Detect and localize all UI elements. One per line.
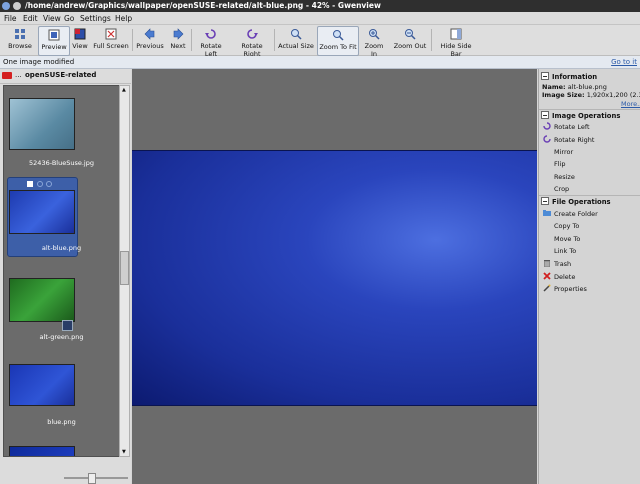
rotate-left-action[interactable]: Rotate Left (543, 122, 590, 131)
slider-handle[interactable] (88, 473, 96, 484)
folder-bar: ... openSUSE-related (0, 69, 131, 84)
rotate-left-icon[interactable] (37, 181, 43, 187)
thumbnail-image[interactable] (9, 364, 75, 406)
thumbnail-caption: alt-green.png (39, 333, 84, 341)
notification-message: One image modified (3, 58, 75, 66)
previous-button[interactable]: Previous (136, 26, 164, 54)
move-to-action[interactable]: Move To (554, 235, 580, 243)
rotate-right-icon (247, 29, 258, 39)
rotate-left-button[interactable]: Rotate Left (194, 26, 228, 58)
actual-size-button[interactable]: Actual Size (278, 26, 314, 54)
trash-action[interactable]: Trash (543, 259, 571, 268)
side-bar: Information Name: alt-blue.png Image Siz… (538, 69, 640, 484)
create-folder-action[interactable]: Create Folder (543, 209, 598, 218)
scroll-down-icon[interactable]: ▼ (122, 449, 126, 455)
thumbnail-caption: alt-blue.png (41, 244, 82, 252)
hide-side-bar-button[interactable]: Hide Side Bar (434, 26, 478, 58)
full-screen-button[interactable]: Full Screen (93, 26, 129, 54)
zoom-in-button[interactable]: Zoom In (361, 26, 387, 58)
scrollbar-thumb[interactable] (120, 251, 129, 285)
zoom-icon (291, 29, 302, 40)
zoom-out-button[interactable]: Zoom Out (393, 26, 427, 54)
go-to-link[interactable]: Go to it (611, 58, 637, 66)
menu-file[interactable]: File (4, 14, 17, 23)
image-operations-heading[interactable]: Image Operations (541, 111, 620, 120)
thumbnail-list[interactable]: 52436-BlueSuse.jpg alt-blue.png alt-gree… (3, 85, 120, 457)
menu-view[interactable]: View (43, 14, 61, 23)
image-preview[interactable] (132, 150, 537, 406)
rotate-left-icon (205, 29, 216, 39)
resize-action[interactable]: Resize (554, 173, 575, 181)
info-size: Image Size: 1,920x1,200 (2.3MP) (542, 91, 640, 99)
scroll-up-icon[interactable]: ▲ (122, 87, 126, 93)
toolbar-separator (274, 29, 275, 51)
zoom-to-fit-button[interactable]: Zoom To Fit (317, 26, 359, 56)
thumbnail-caption: blue.png (47, 418, 76, 426)
title-bar: /home/andrew/Graphics/wallpaper/openSUSE… (0, 0, 640, 12)
delete-action[interactable]: Delete (543, 272, 575, 281)
properties-icon (543, 284, 551, 292)
sidebar-icon (450, 28, 462, 40)
toolbar-separator (431, 29, 432, 51)
mirror-action[interactable]: Mirror (554, 148, 573, 156)
crop-action[interactable]: Crop (554, 185, 569, 193)
fullscreen-icon (105, 28, 117, 40)
more-info-link[interactable]: More... (621, 100, 640, 108)
window-title: /home/andrew/Graphics/wallpaper/openSUSE… (25, 1, 381, 10)
rotate-right-action[interactable]: Rotate Right (543, 135, 594, 144)
copy-to-action[interactable]: Copy To (554, 222, 579, 230)
menu-help[interactable]: Help (115, 14, 132, 23)
link-to-action[interactable]: Link To (554, 247, 576, 255)
grid-icon (15, 29, 25, 39)
menu-edit[interactable]: Edit (23, 14, 38, 23)
menu-go[interactable]: Go (64, 14, 74, 23)
thumbnail-image[interactable] (9, 278, 75, 322)
trash-icon (544, 260, 550, 267)
information-heading[interactable]: Information (541, 72, 597, 81)
section-divider (539, 195, 640, 196)
view-button[interactable]: View (70, 26, 90, 54)
thumbnail-image[interactable] (9, 190, 75, 234)
rotate-right-icon (543, 135, 551, 143)
preview-icon (48, 29, 60, 41)
browse-button[interactable]: Browse (4, 26, 36, 54)
arrow-right-icon (173, 28, 184, 40)
notification-bar: One image modified Go to it (0, 56, 640, 69)
view-icon (74, 28, 86, 40)
folder-icon (2, 72, 12, 79)
menu-settings[interactable]: Settings (80, 14, 111, 23)
zoom-fit-icon (333, 30, 344, 41)
preview-button[interactable]: Preview (38, 26, 70, 56)
thumbnail-image[interactable] (9, 446, 75, 456)
info-name: Name: alt-blue.png (542, 83, 607, 91)
delete-icon (543, 272, 551, 280)
toolbar: Browse Preview View Full Screen Previous… (0, 25, 640, 58)
folder-new-icon (543, 210, 551, 216)
rotate-right-icon[interactable] (46, 181, 52, 187)
next-button[interactable]: Next (168, 26, 188, 54)
toolbar-separator (191, 29, 192, 51)
thumbnail-scrollbar[interactable]: ▲ ▼ (119, 85, 130, 457)
app-icon[interactable] (2, 2, 10, 10)
section-divider (539, 109, 640, 110)
folder-name: openSUSE-related (25, 71, 97, 79)
folder-up[interactable]: ... (15, 71, 22, 79)
save-icon[interactable] (62, 320, 73, 331)
toolbar-separator (132, 29, 133, 51)
rotate-right-button[interactable]: Rotate Right (233, 26, 271, 58)
zoom-out-icon (405, 29, 416, 40)
menu-bar: File Edit View Go Settings Help (0, 12, 640, 25)
thumbnail-size-slider[interactable] (64, 477, 128, 479)
rotate-left-icon (543, 122, 551, 130)
thumbnail-caption: 52436-BlueSuse.jpg (29, 159, 94, 167)
properties-action[interactable]: Properties (543, 284, 587, 293)
flip-action[interactable]: Flip (554, 160, 565, 168)
arrow-left-icon (144, 28, 155, 40)
save-icon[interactable] (27, 181, 33, 187)
zoom-in-icon (369, 29, 380, 40)
thumbnail-image[interactable] (9, 98, 75, 150)
file-operations-heading[interactable]: File Operations (541, 197, 611, 206)
pin-icon[interactable] (13, 2, 21, 10)
